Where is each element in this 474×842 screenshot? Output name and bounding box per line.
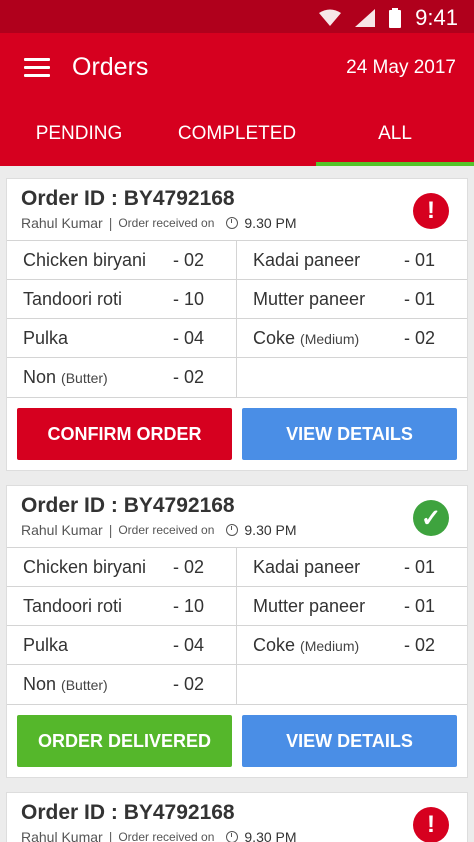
separator: |	[108, 522, 113, 538]
separator: |	[108, 215, 113, 231]
menu-icon[interactable]	[24, 58, 50, 78]
order-list: Order ID : BY4792168 Rahul Kumar | Order…	[0, 166, 474, 842]
tab-bar: PENDING COMPLETED ALL	[0, 103, 474, 166]
list-item: Mutter paneer - 01	[237, 587, 467, 626]
tab-all[interactable]: ALL	[316, 103, 474, 166]
page-title: Orders	[72, 53, 149, 81]
order-card: Order ID : BY4792168 Rahul Kumar | Order…	[6, 178, 468, 471]
signal-icon	[355, 9, 376, 27]
received-label: Order received on	[118, 830, 215, 842]
list-item: Kadai paneer - 01	[237, 241, 467, 280]
list-item: Tandoori roti - 10	[7, 587, 237, 626]
clock-time: 9:41	[415, 5, 458, 30]
order-time: 9.30 PM	[244, 215, 297, 231]
order-header: Order ID : BY4792168 Rahul Kumar | Order…	[7, 486, 467, 548]
battery-icon	[389, 8, 402, 28]
app-bar: Orders 24 May 2017	[0, 33, 474, 103]
list-item-empty	[237, 358, 467, 397]
view-details-button[interactable]: VIEW DETAILS	[242, 715, 457, 767]
customer-name: Rahul Kumar	[21, 829, 103, 842]
order-id: BY4792168	[123, 494, 235, 517]
order-actions: CONFIRM ORDER VIEW DETAILS	[7, 398, 467, 470]
order-delivered-button[interactable]: ORDER DELIVERED	[17, 715, 232, 767]
order-id-label: Order ID :	[21, 801, 124, 824]
order-id: BY4792168	[123, 187, 235, 210]
wifi-icon	[319, 9, 342, 26]
status-bar: 9:41	[0, 0, 474, 33]
clock-icon	[226, 217, 239, 229]
view-details-button[interactable]: VIEW DETAILS	[242, 408, 457, 460]
order-card: Order ID : BY4792168 Rahul Kumar | Order…	[6, 792, 468, 842]
tab-pending[interactable]: PENDING	[0, 103, 158, 166]
list-item: Non (Butter) - 02	[7, 358, 237, 397]
check-icon: ✓	[413, 500, 449, 536]
order-header: Order ID : BY4792168 Rahul Kumar | Order…	[7, 179, 467, 241]
order-time: 9.30 PM	[244, 522, 297, 538]
separator: |	[108, 829, 113, 842]
order-time: 9.30 PM	[244, 829, 297, 842]
confirm-order-button[interactable]: CONFIRM ORDER	[17, 408, 232, 460]
list-item: Non (Butter) - 02	[7, 665, 237, 704]
list-item: Coke (Medium) - 02	[237, 626, 467, 665]
list-item: Mutter paneer - 01	[237, 280, 467, 319]
order-actions: ORDER DELIVERED VIEW DETAILS	[7, 705, 467, 777]
order-id-label: Order ID :	[21, 187, 124, 210]
order-items: Chicken biryani - 02 Kadai paneer - 01 T…	[7, 548, 467, 705]
header-date: 24 May 2017	[346, 57, 456, 78]
list-item: Coke (Medium) - 02	[237, 319, 467, 358]
order-items: Chicken biryani - 02 Kadai paneer - 01 T…	[7, 241, 467, 398]
list-item: Kadai paneer - 01	[237, 548, 467, 587]
received-label: Order received on	[118, 523, 215, 537]
clock-icon	[226, 524, 239, 536]
alert-icon: !	[413, 193, 449, 229]
order-card: Order ID : BY4792168 Rahul Kumar | Order…	[6, 485, 468, 778]
list-item: Pulka - 04	[7, 626, 237, 665]
list-item-empty	[237, 665, 467, 704]
clock-icon	[226, 831, 239, 842]
list-item: Chicken biryani - 02	[7, 548, 237, 587]
customer-name: Rahul Kumar	[21, 522, 103, 538]
tab-completed[interactable]: COMPLETED	[158, 103, 316, 166]
alert-icon: !	[413, 807, 449, 842]
list-item: Pulka - 04	[7, 319, 237, 358]
list-item: Chicken biryani - 02	[7, 241, 237, 280]
order-id: BY4792168	[123, 801, 235, 824]
order-header: Order ID : BY4792168 Rahul Kumar | Order…	[7, 793, 467, 842]
received-label: Order received on	[118, 216, 215, 230]
customer-name: Rahul Kumar	[21, 215, 103, 231]
order-id-label: Order ID :	[21, 494, 124, 517]
list-item: Tandoori roti - 10	[7, 280, 237, 319]
